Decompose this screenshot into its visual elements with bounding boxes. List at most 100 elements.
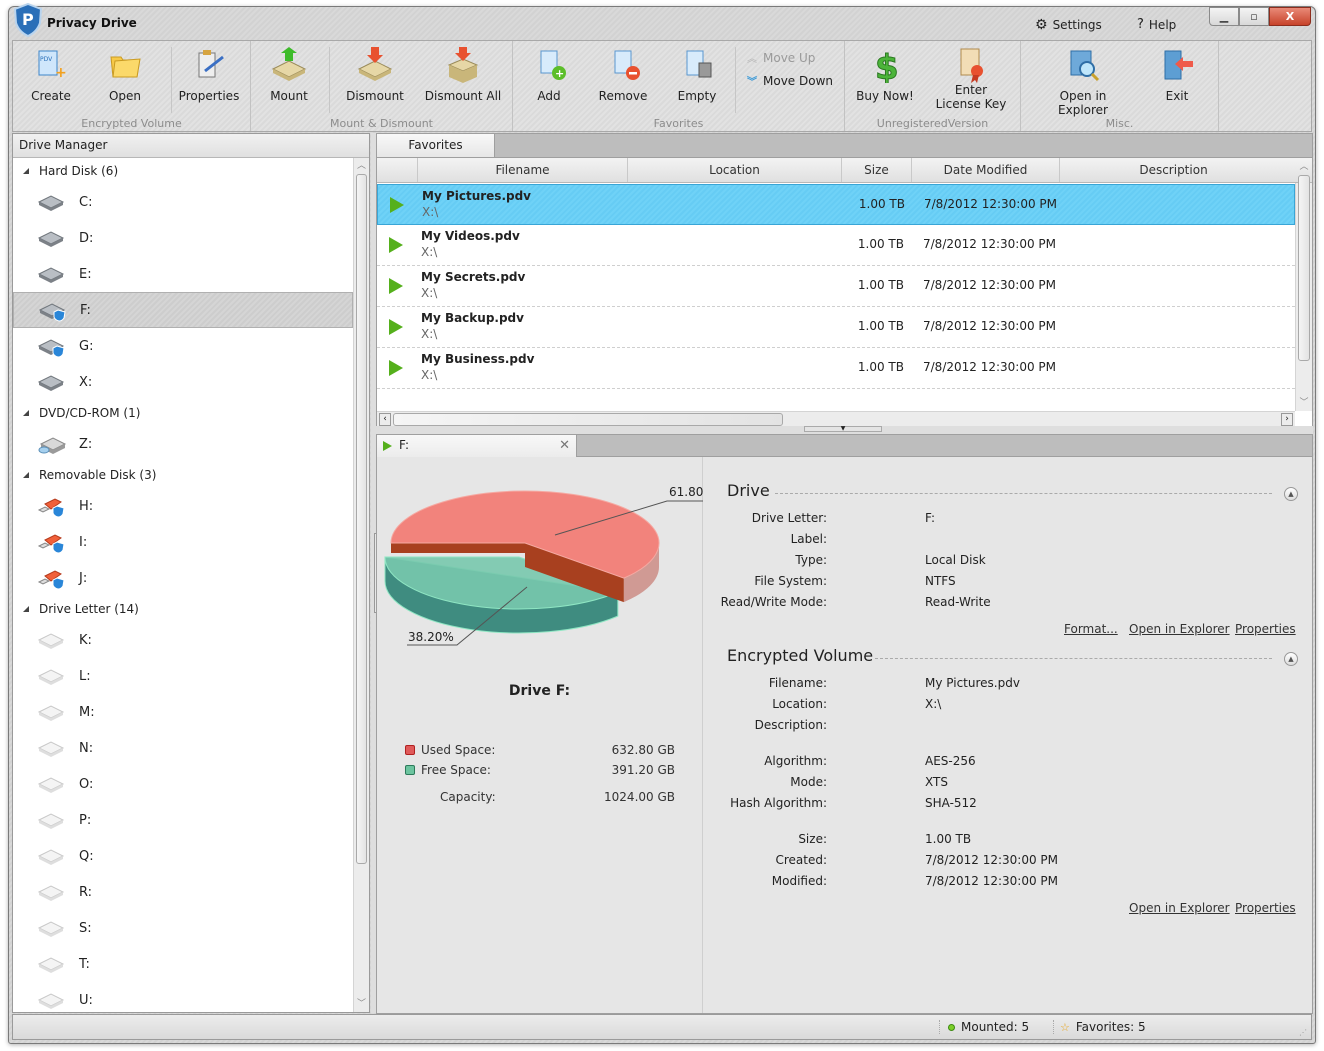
scrollbar-thumb[interactable] xyxy=(356,174,367,864)
tab-drive-f[interactable]: F: ✕ xyxy=(377,435,577,457)
dismount-button[interactable]: Dismount xyxy=(335,47,415,103)
tree-item-drive[interactable]: J: xyxy=(13,560,353,596)
column-filename[interactable]: Filename xyxy=(417,158,627,182)
tree-item-drive[interactable]: L: xyxy=(13,658,353,694)
tree-group[interactable]: Drive Letter (14) xyxy=(13,596,353,622)
legend-label: Used Space: xyxy=(421,743,496,757)
tab-favorites[interactable]: Favorites xyxy=(377,134,495,158)
expand-triangle-icon[interactable] xyxy=(23,606,29,612)
column-date-modified[interactable]: Date Modified xyxy=(911,158,1059,182)
tree-item-drive[interactable]: S: xyxy=(13,910,353,946)
splitter-handle[interactable]: ▼ xyxy=(804,426,882,432)
scroll-up-icon[interactable]: ︿ xyxy=(354,158,369,174)
scrollbar-thumb[interactable] xyxy=(1298,175,1310,361)
scroll-down-icon[interactable]: ﹀ xyxy=(1296,395,1312,411)
mount-play-icon[interactable] xyxy=(389,237,403,253)
row-size: 1.00 TB xyxy=(857,360,904,374)
maximize-button[interactable]: ▫ xyxy=(1239,7,1269,26)
drive-letter-label: S: xyxy=(79,920,92,936)
separator xyxy=(329,47,330,113)
grid-vertical-scrollbar[interactable]: ︿ ﹀ xyxy=(1295,162,1312,411)
remove-favorite-button[interactable]: Remove xyxy=(593,47,653,103)
tree-item-drive[interactable]: Q: xyxy=(13,838,353,874)
tree-item-drive[interactable]: C: xyxy=(13,184,353,220)
dismount-all-button[interactable]: Dismount All xyxy=(423,47,503,103)
tree-item-drive[interactable]: T: xyxy=(13,946,353,982)
volume-open-in-explorer-link[interactable]: Open in Explorer xyxy=(1129,901,1230,915)
favorites-row[interactable]: My Business.pdv X:\ 1.00 TB 7/8/2012 12:… xyxy=(377,348,1295,389)
field-label: Location: xyxy=(772,697,827,711)
mount-play-icon[interactable] xyxy=(389,319,403,335)
tree-item-drive[interactable]: N: xyxy=(13,730,353,766)
scrollbar-thumb[interactable] xyxy=(393,413,783,426)
mount-play-icon[interactable] xyxy=(389,360,403,376)
tree-group[interactable]: Hard Disk (6) xyxy=(13,158,353,184)
expand-triangle-icon[interactable] xyxy=(23,168,29,174)
column-size[interactable]: Size xyxy=(841,158,911,182)
settings-label: Settings xyxy=(1052,18,1102,32)
tree-item-drive[interactable]: Z: xyxy=(13,426,353,462)
tree-item-drive[interactable]: R: xyxy=(13,874,353,910)
tree-item-drive[interactable]: U: xyxy=(13,982,353,1012)
field-value: NTFS xyxy=(925,574,956,588)
svg-text:+: + xyxy=(55,65,67,81)
tree-item-drive[interactable]: E: xyxy=(13,256,353,292)
properties-button[interactable]: Properties xyxy=(177,47,241,103)
drive-tree-scrollbar[interactable]: ︿ ﹀ xyxy=(353,158,369,1012)
open-in-explorer-button[interactable]: Open in Explorer xyxy=(1033,47,1133,117)
scroll-left-icon[interactable]: ‹ xyxy=(379,413,391,426)
enter-license-key-button[interactable]: Enter License Key xyxy=(931,47,1011,111)
open-button[interactable]: Open xyxy=(97,47,153,103)
format-link[interactable]: Format... xyxy=(1064,622,1118,636)
mount-play-icon[interactable] xyxy=(390,197,404,213)
row-location: X:\ xyxy=(421,245,438,259)
tree-item-drive[interactable]: M: xyxy=(13,694,353,730)
tree-group[interactable]: DVD/CD-ROM (1) xyxy=(13,400,353,426)
tree-item-drive[interactable]: O: xyxy=(13,766,353,802)
favorites-row[interactable]: My Videos.pdv X:\ 1.00 TB 7/8/2012 12:30… xyxy=(377,225,1295,266)
column-location[interactable]: Location xyxy=(627,158,841,182)
move-up-button[interactable]: ︽ Move Up xyxy=(747,50,815,66)
buy-now-button[interactable]: $ Buy Now! xyxy=(855,47,915,104)
close-button[interactable]: X xyxy=(1269,7,1311,26)
tree-item-drive[interactable]: F: xyxy=(13,292,353,328)
drive-open-in-explorer-link[interactable]: Open in Explorer xyxy=(1129,622,1230,636)
favorites-row[interactable]: My Backup.pdv X:\ 1.00 TB 7/8/2012 12:30… xyxy=(377,307,1295,348)
tree-item-drive[interactable]: D: xyxy=(13,220,353,256)
help-button[interactable]: ? Help xyxy=(1137,17,1176,32)
mount-button[interactable]: Mount xyxy=(263,47,315,103)
move-down-button[interactable]: ︾ Move Down xyxy=(747,73,833,89)
tree-item-drive[interactable]: G: xyxy=(13,328,353,364)
volume-properties-link[interactable]: Properties xyxy=(1235,901,1296,915)
tree-item-drive[interactable]: P: xyxy=(13,802,353,838)
favorites-row[interactable]: My Pictures.pdv X:\ 1.00 TB 7/8/2012 12:… xyxy=(377,184,1295,225)
scroll-right-icon[interactable]: › xyxy=(1281,413,1293,426)
expand-triangle-icon[interactable] xyxy=(23,410,29,416)
scroll-down-icon[interactable]: ﹀ xyxy=(354,996,369,1012)
add-favorite-button[interactable]: + Add xyxy=(521,47,577,103)
scroll-up-icon[interactable]: ︿ xyxy=(1296,159,1312,175)
minimize-button[interactable]: ▁ xyxy=(1209,7,1239,26)
create-button[interactable]: PDV + Create xyxy=(23,47,79,103)
tree-item-drive[interactable]: K: xyxy=(13,622,353,658)
ribbon-group-favorites: + Add Remove Empty ︽ Move Up ︾ Move Down… xyxy=(513,41,845,131)
mount-play-icon[interactable] xyxy=(389,278,403,294)
exit-door-icon xyxy=(1164,50,1193,80)
collapse-volume-icon[interactable]: ▲ xyxy=(1284,652,1298,666)
drive-letter-label: L: xyxy=(79,668,91,684)
tree-item-drive[interactable]: H: xyxy=(13,488,353,524)
tree-group[interactable]: Removable Disk (3) xyxy=(13,462,353,488)
drive-properties-link[interactable]: Properties xyxy=(1235,622,1296,636)
column-description[interactable]: Description xyxy=(1059,158,1287,182)
tree-item-drive[interactable]: X: xyxy=(13,364,353,400)
exit-button[interactable]: Exit xyxy=(1155,47,1199,103)
collapse-drive-icon[interactable]: ▲ xyxy=(1284,487,1298,501)
resize-grip-icon[interactable]: ⋰ xyxy=(1299,1028,1307,1037)
tree-item-drive[interactable]: I: xyxy=(13,524,353,560)
horizontal-splitter[interactable]: ▼ xyxy=(376,426,1313,434)
favorites-row[interactable]: My Secrets.pdv X:\ 1.00 TB 7/8/2012 12:3… xyxy=(377,266,1295,307)
empty-favorites-button[interactable]: Empty xyxy=(669,47,725,103)
close-tab-icon[interactable]: ✕ xyxy=(559,435,570,456)
expand-triangle-icon[interactable] xyxy=(23,472,29,478)
settings-button[interactable]: ⚙ Settings xyxy=(1035,17,1102,33)
